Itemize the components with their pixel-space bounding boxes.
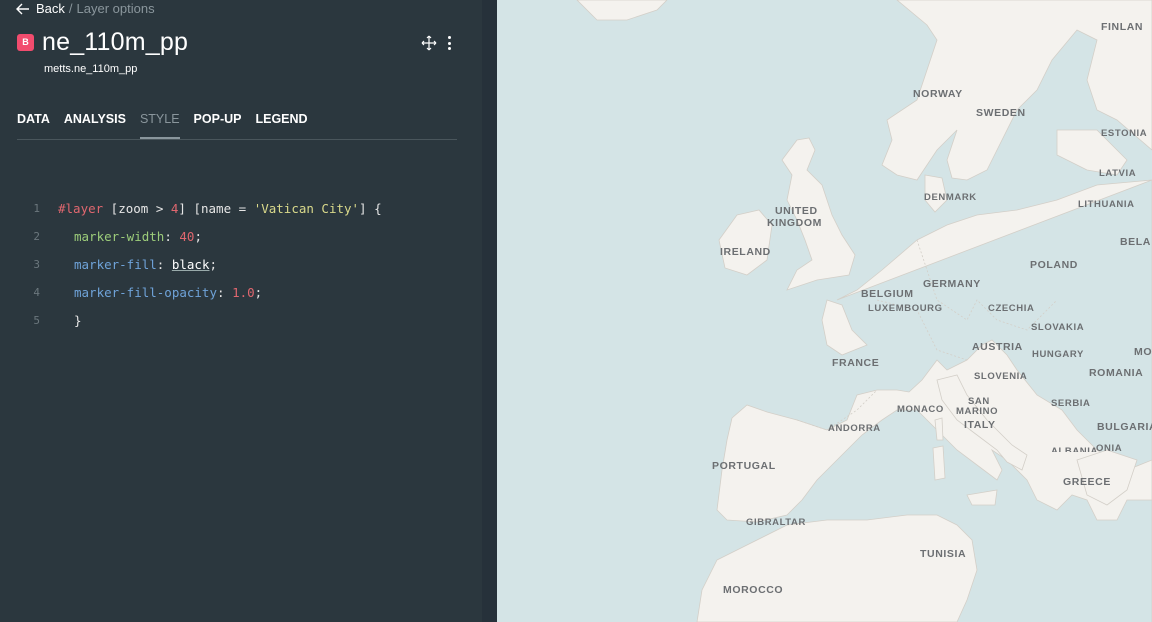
map-label-country: POLAND (1030, 259, 1078, 271)
map-label-country: SERBIA (1051, 398, 1091, 409)
breadcrumb: Back / Layer options (16, 0, 155, 17)
map-label-country: CZECHIA (988, 303, 1035, 314)
code-line: 5 } (0, 308, 382, 336)
map-label-country: LITHUANIA (1078, 199, 1135, 210)
map-label-country: NORWAY (913, 88, 963, 100)
code-value: 40 (179, 229, 195, 244)
map-label-country: ANDORRA (828, 423, 881, 434)
code-line: 1 #layer [zoom > 4] [name = 'Vatican Cit… (0, 196, 382, 224)
map-label-country: MOROCCO (723, 584, 784, 596)
map-label-country: GREECE (1063, 476, 1111, 488)
code-line: 2 marker-width: 40; (0, 224, 382, 252)
map-label-country: ROMANIA (1089, 367, 1144, 379)
map-label-country: IRELAND (720, 246, 771, 258)
code-colon: : (164, 229, 180, 244)
code-property: marker-fill (74, 257, 157, 272)
tab-analysis[interactable]: ANALYSIS (64, 108, 126, 139)
basemap[interactable]: FINLAN NORWAY SWEDEN ESTONIA LATVIA LITH… (497, 0, 1152, 622)
header-actions (421, 35, 451, 51)
cartocss-editor[interactable]: 1 #layer [zoom > 4] [name = 'Vatican Cit… (0, 196, 382, 336)
code-number: 4 (170, 201, 179, 216)
map-label-country: HUNGARY (1032, 349, 1084, 360)
tab-pop-up[interactable]: POP-UP (194, 108, 242, 139)
back-arrow-icon[interactable] (16, 3, 30, 15)
map-label-country: SLOVENIA (974, 371, 1028, 382)
move-icon[interactable] (421, 35, 437, 51)
tab-style[interactable]: STYLE (139, 108, 180, 139)
code-brace: } (74, 313, 82, 328)
layer-tabs: DATA ANALYSIS STYLE POP-UP LEGEND (17, 108, 457, 140)
code-line: 4 marker-fill-opacity: 1.0; (0, 280, 382, 308)
map-label-country: DENMARK (924, 192, 977, 203)
map-label-country: LATVIA (1099, 168, 1137, 179)
map-label-country: LUXEMBOURG (868, 303, 943, 314)
map-label-country: SWEDEN (976, 107, 1026, 119)
tab-legend[interactable]: LEGEND (255, 108, 307, 139)
map-label-country: ESTONIA (1101, 128, 1148, 139)
map-label-country: BULGARIA (1097, 421, 1152, 433)
back-link[interactable]: Back (36, 1, 65, 16)
code-value: 1.0 (232, 285, 255, 300)
panel-divider[interactable] (482, 0, 497, 622)
map-label-country: BELA (1120, 236, 1151, 248)
map-land-layer (576, 0, 1152, 622)
layer-title[interactable]: ne_110m_pp (42, 27, 188, 57)
map-label-country: TUNISIA (920, 548, 967, 560)
code-filter-part: ] [name = (178, 201, 254, 216)
more-options-icon[interactable] (447, 36, 451, 50)
breadcrumb-current: Layer options (76, 1, 155, 16)
map-label-country: MARINO (956, 406, 999, 417)
layer-source-name: metts.ne_110m_pp (44, 63, 138, 75)
map-label-country: KINGDOM (767, 217, 822, 229)
code-brace: ] { (359, 201, 382, 216)
line-number: 3 (33, 258, 40, 271)
code-filter-part: [zoom > (103, 201, 171, 216)
code-semicolon: ; (194, 229, 202, 244)
code-string: 'Vatican City' (253, 201, 360, 216)
map-label-country: FRANCE (832, 357, 880, 369)
line-number: 4 (33, 286, 40, 299)
line-number: 2 (33, 230, 40, 243)
code-semicolon: ; (209, 257, 218, 272)
code-semicolon: ; (254, 285, 263, 300)
layer-header: B ne_110m_pp (17, 27, 188, 57)
map-label-country: GIBRALTAR (746, 517, 806, 528)
code-value: black (171, 257, 210, 272)
map-label-country: SLOVAKIA (1031, 322, 1085, 333)
layer-badge: B (17, 33, 34, 51)
code-colon: : (217, 285, 233, 300)
map-label-country: FINLAN (1101, 21, 1144, 33)
code-property: marker-width (74, 229, 165, 244)
layer-options-panel: Back / Layer options B ne_110m_pp metts.… (0, 0, 482, 622)
map-label-country: ONIA (1096, 443, 1123, 454)
map-label-country: PORTUGAL (712, 460, 776, 472)
map-label-country: ALBANIA (1051, 446, 1098, 452)
line-number: 1 (33, 202, 40, 215)
tab-data[interactable]: DATA (17, 108, 50, 139)
code-selector: #layer (58, 201, 104, 216)
map-label-country: MO (1134, 346, 1152, 358)
code-property: marker-fill-opacity (74, 285, 217, 300)
code-line: 3 marker-fill: black; (0, 252, 382, 280)
map-label-country: GERMANY (923, 278, 981, 290)
code-colon: : (156, 257, 172, 272)
map-label-country: BELGIUM (861, 288, 914, 300)
map-label-country: MONACO (897, 404, 944, 415)
map-label-country: AUSTRIA (972, 341, 1023, 353)
map-label-country: ITALY (964, 419, 996, 431)
breadcrumb-separator: / (68, 1, 73, 16)
line-number: 5 (33, 314, 40, 327)
